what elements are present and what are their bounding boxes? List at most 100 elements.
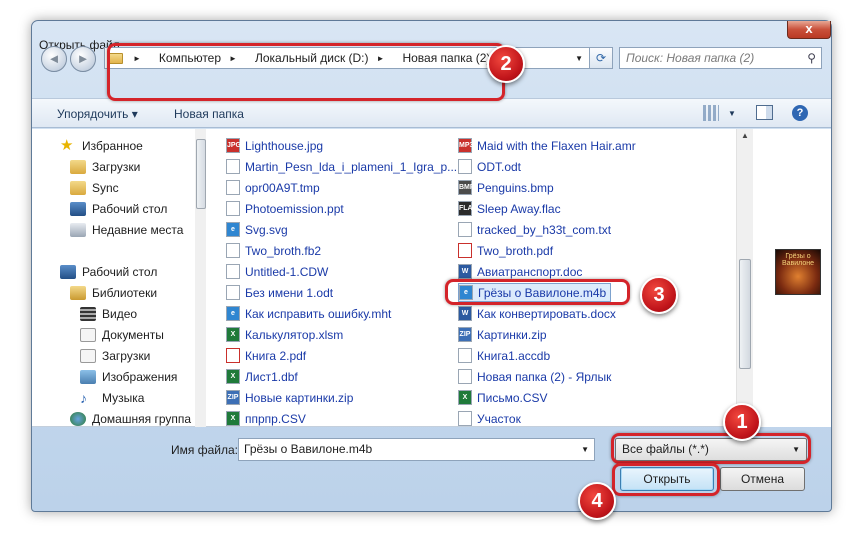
txt-icon [458,222,472,237]
sidebar-scrollbar[interactable] [195,129,206,427]
file-item[interactable]: Martin_Pesn_lda_i_plameni_1_Igra_p... [226,157,457,176]
file-item[interactable]: Книга 2.pdf [226,346,306,365]
forward-button[interactable]: ► [70,46,96,72]
sidebar-item-images[interactable]: Изображения [80,370,177,384]
flac-icon: FLAC [458,201,478,216]
file-name: Svg.svg [245,222,288,237]
file-item[interactable]: X Калькулятор.xlsm [226,325,343,344]
downloads-folder-icon [70,160,86,174]
sidebar-item-desktop[interactable]: Рабочий стол [70,202,167,216]
sidebar-item-libraries[interactable]: Библиотеки [70,286,157,300]
back-button[interactable]: ◄ [41,46,67,72]
filename-label: Имя файла: [171,443,238,457]
callout-4: 4 [578,482,616,520]
sidebar-item-favorites[interactable]: ★ Избранное [60,137,143,154]
file-item[interactable]: opr00A9T.tmp [226,178,320,197]
preview-pane-icon[interactable] [756,105,773,120]
file-name: ODT.odt [477,159,522,174]
file-item[interactable]: X Лист1.dbf [226,367,298,386]
file-item[interactable]: tracked_by_h33t_com.txt [458,220,611,239]
address-dropdown-icon[interactable]: ▼ [575,54,583,63]
organize-menu[interactable]: Упорядочить ▾ [57,107,138,121]
file-name: Martin_Pesn_lda_i_plameni_1_Igra_p... [245,159,458,174]
libraries-icon [70,286,86,300]
open-button-highlight [612,463,720,496]
word-icon: W [458,306,472,321]
bmp-icon: BMP [458,180,475,195]
file-item[interactable]: Photoemission.ppt [226,199,344,218]
file-name: tracked_by_h33t_com.txt [477,222,612,237]
homegroup-icon [70,412,86,426]
mht-icon: e [226,306,240,321]
svg-icon: e [226,222,240,237]
file-item[interactable]: Two_broth.pdf [458,241,553,260]
navigation-pane: ★ Избранное Загрузки Sync Рабочий стол Не… [32,129,206,427]
preview-pane: Грёзы о Вавилоне [754,129,831,427]
selected-file-highlight [445,279,630,305]
file-name: Без имени 1.odt [245,285,334,300]
search-icon: ⚲ [807,51,816,65]
view-dropdown-icon[interactable]: ▼ [728,109,736,118]
star-icon: ★ [60,137,74,154]
file-name: Photoemission.ppt [245,201,344,216]
zip-icon: ZIP [226,390,240,405]
file-list-scroll-thumb[interactable] [739,259,751,369]
filename-input[interactable]: Грёзы о Вавилоне.m4b ▼ [238,438,595,461]
file-name: Sleep Away.flac [477,201,561,216]
file-item[interactable]: Two_broth.fb2 [226,241,321,260]
view-options-icon[interactable] [703,105,719,121]
sidebar-item-desktop-root[interactable]: Рабочий стол [60,265,157,279]
file-item[interactable]: Участок [458,409,521,427]
new-folder-button[interactable]: Новая папка [174,107,244,121]
search-input[interactable]: Поиск: Новая папка (2) ⚲ [619,47,822,69]
pdf-icon [226,348,240,363]
sidebar-item-downloads[interactable]: Загрузки [70,160,140,174]
document-icon [226,159,240,174]
file-item[interactable]: Книга1.accdb [458,346,550,365]
document-icon [458,411,472,426]
file-item[interactable]: Untitled-1.CDW [226,262,328,281]
file-name: Авиатранспорт.doc [477,264,583,279]
excel-icon: X [226,327,240,342]
sidebar-item-video[interactable]: Видео [80,307,137,321]
document-icon [226,264,240,279]
filename-dropdown-icon[interactable]: ▼ [581,439,589,460]
file-item[interactable]: e Как исправить ошибку.mht [226,304,391,323]
sidebar-item-homegroup[interactable]: Домашняя группа [70,412,191,426]
cancel-button[interactable]: Отмена [720,467,805,491]
file-item[interactable]: Xппрпр.CSV [226,409,306,427]
back-arrow-icon: ◄ [47,51,61,66]
file-name: Как конвертировать.docx [477,306,616,321]
file-item[interactable]: X Письмо.CSV [458,388,548,407]
file-item[interactable]: ODT.odt [458,157,521,176]
file-item[interactable]: FLAC Sleep Away.flac [458,199,561,218]
sidebar-item-library-downloads[interactable]: Загрузки [80,349,150,363]
sidebar-item-documents[interactable]: Документы [80,328,164,342]
refresh-icon: ⟳ [595,51,607,65]
sidebar-item-recent-places[interactable]: Недавние места [70,223,183,237]
file-item[interactable]: MP3 Maid with the Flaxen Hair.amr [458,136,636,155]
refresh-button[interactable]: ⟳ [589,47,613,69]
pdf-icon [458,243,472,258]
file-item[interactable]: ZIP Картинки.zip [458,325,547,344]
sidebar-scroll-thumb[interactable] [196,139,206,209]
callout-2: 2 [487,45,525,83]
scroll-up-icon[interactable]: ▲ [741,131,749,140]
file-item[interactable]: Новая папка (2) - Ярлык [458,367,611,386]
sidebar-item-sync[interactable]: Sync [70,181,119,195]
file-item[interactable]: Без имени 1.odt [226,283,333,302]
odt-icon [458,159,472,174]
file-item[interactable]: BMP Penguins.bmp [458,178,554,197]
file-item[interactable]: e Svg.svg [226,220,288,239]
close-button[interactable]: x [787,21,831,39]
tmp-icon [226,180,240,195]
file-list-scrollbar[interactable]: ▲ ▼ [736,129,753,427]
sidebar-item-music[interactable]: ♪ Музыка [80,391,144,405]
file-name: Untitled-1.CDW [245,264,329,279]
file-item[interactable]: ZIP Новые картинки.zip [226,388,353,407]
file-item[interactable]: W Как конвертировать.docx [458,304,616,323]
help-icon[interactable]: ? [792,105,808,121]
file-item[interactable]: JPG Lighthouse.jpg [226,136,323,155]
file-name: Lighthouse.jpg [245,138,324,153]
odt-icon [226,285,240,300]
